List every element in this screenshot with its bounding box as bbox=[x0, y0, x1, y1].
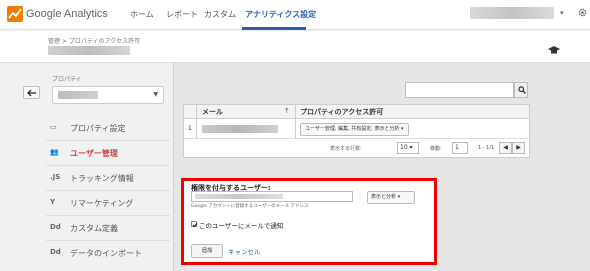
goto-page-input[interactable]: 1 bbox=[452, 142, 468, 154]
email-value-blurred bbox=[195, 194, 283, 199]
app-title[interactable]: Google Analytics bbox=[26, 8, 108, 20]
column-header-email[interactable]: メール bbox=[202, 107, 223, 117]
back-button[interactable] bbox=[23, 86, 40, 99]
permission-select[interactable]: 表示と分析 ▾ bbox=[367, 191, 415, 204]
cancel-link[interactable]: キャンセル bbox=[228, 246, 261, 256]
nav-tab-admin[interactable]: アナリティクス設定 bbox=[245, 9, 316, 20]
sidebar-item-label: リマーケティング bbox=[70, 199, 134, 208]
divider bbox=[46, 165, 170, 166]
sort-arrow-icon[interactable]: ↑ bbox=[284, 107, 290, 115]
property-label: プロパティ bbox=[52, 76, 82, 83]
sidebar-item-label: ユーザー管理 bbox=[70, 149, 118, 158]
property-name-blurred bbox=[58, 91, 98, 99]
nav-tab-home[interactable]: ホーム bbox=[130, 9, 154, 20]
sidebar-item-label: トラッキング情報 bbox=[70, 174, 134, 183]
gear-icon[interactable] bbox=[577, 7, 588, 18]
chevron-down-icon[interactable]: ▾ bbox=[560, 9, 564, 17]
search-input[interactable] bbox=[405, 82, 514, 98]
users-icon: 👥 bbox=[50, 148, 59, 156]
table-header: メール ↑ プロパティのアクセス許可 bbox=[184, 105, 529, 119]
table-row: 1 ユーザー管理, 編集, 共有設定, 表示と分析 ▾ bbox=[184, 120, 529, 139]
user-email-blurred bbox=[202, 125, 278, 133]
email-field[interactable] bbox=[191, 191, 353, 202]
permission-dropdown[interactable]: ユーザー管理, 編集, 共有設定, 表示と分析 ▾ bbox=[300, 123, 409, 136]
analytics-logo-icon[interactable] bbox=[7, 6, 23, 22]
nav-tab-custom[interactable]: カスタム bbox=[204, 9, 236, 20]
search-button[interactable] bbox=[514, 82, 528, 98]
notify-checkbox[interactable] bbox=[191, 221, 198, 228]
property-name-blurred bbox=[48, 46, 130, 55]
top-bar: Google Analytics ホーム レポート カスタム アナリティクス設定… bbox=[0, 0, 590, 30]
js-icon: .JS bbox=[50, 173, 61, 181]
property-dropdown[interactable]: ▼ bbox=[52, 86, 164, 104]
breadcrumb-bar: 管理 > プロパティのアクセス許可 bbox=[0, 31, 590, 63]
next-page-button[interactable]: ▶ bbox=[512, 142, 525, 154]
user-table: メール ↑ プロパティのアクセス許可 1 ユーザー管理, 編集, 共有設定, 表… bbox=[183, 104, 530, 158]
chevron-down-icon: ▼ bbox=[153, 91, 158, 98]
back-arrow-icon bbox=[27, 89, 36, 97]
add-button[interactable]: 追加 bbox=[191, 244, 223, 258]
divider bbox=[46, 190, 170, 191]
search-icon bbox=[518, 86, 526, 94]
sidebar-item-label: データのインポート bbox=[70, 249, 142, 258]
email-hint: Google アカウントに登録するユーザーのメール アドレス bbox=[191, 204, 309, 209]
rows-per-page-label: 表示する行数: bbox=[330, 146, 362, 152]
breadcrumb[interactable]: 管理 > プロパティのアクセス許可 bbox=[48, 36, 140, 45]
academy-icon[interactable] bbox=[548, 46, 560, 55]
check-icon bbox=[192, 222, 198, 228]
sidebar-item-label: カスタム定義 bbox=[70, 224, 118, 233]
divider bbox=[46, 240, 170, 241]
pagination: 表示する行数: 10 ▾ 移動: 1 1 - 1/1 ◀ ▶ bbox=[184, 141, 529, 157]
document-icon: ▭ bbox=[50, 123, 57, 131]
divider bbox=[46, 140, 170, 141]
prev-page-button[interactable]: ◀ bbox=[499, 142, 512, 154]
dd-icon: Dd bbox=[50, 248, 61, 256]
notify-label[interactable]: このユーザーにメールで通知 bbox=[199, 220, 283, 230]
rows-per-page-select[interactable]: 10 ▾ bbox=[397, 142, 419, 154]
sidebar-item-label: プロパティ設定 bbox=[70, 124, 126, 133]
page-range: 1 - 1/1 bbox=[478, 145, 495, 151]
active-tab-indicator bbox=[242, 27, 306, 30]
dd-icon: Dd bbox=[50, 223, 61, 231]
remarketing-icon: Y bbox=[50, 198, 56, 206]
add-user-form: 権限を付与するユーザー: Google アカウントに登録するユーザーのメール ア… bbox=[181, 178, 437, 265]
account-selector[interactable] bbox=[470, 7, 554, 19]
column-header-permission[interactable]: プロパティのアクセス許可 bbox=[300, 107, 383, 117]
nav-tab-report[interactable]: レポート bbox=[166, 9, 198, 20]
divider bbox=[46, 215, 170, 216]
goto-label: 移動: bbox=[430, 146, 442, 152]
row-number: 1 bbox=[188, 125, 192, 132]
